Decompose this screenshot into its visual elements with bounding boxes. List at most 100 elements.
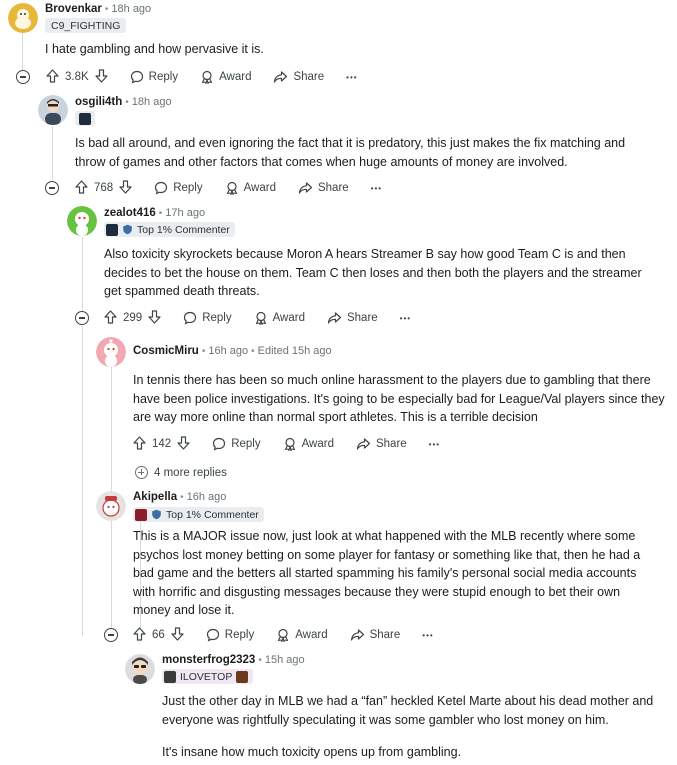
collapse-icon[interactable] <box>104 628 118 642</box>
upvote-icon[interactable] <box>46 68 59 86</box>
comment-body: Just the other day in MLB we had a “fan”… <box>162 692 662 762</box>
downvote-icon[interactable] <box>119 179 132 197</box>
user-flair <box>75 111 95 126</box>
thread-line-1[interactable] <box>22 30 23 70</box>
thread-line-2[interactable] <box>52 126 53 180</box>
avatar[interactable] <box>8 3 38 33</box>
comment-header: monsterfrog2323 • 15h ago <box>162 654 305 666</box>
comment-paragraph: This is a MAJOR issue now, just look at … <box>133 529 641 617</box>
more-replies-label: 4 more replies <box>154 466 227 479</box>
upvote-icon[interactable] <box>133 435 146 453</box>
username[interactable]: zealot416 <box>104 207 156 219</box>
downvote-icon[interactable] <box>177 435 190 453</box>
timestamp[interactable]: 16h ago <box>208 345 248 357</box>
award-button[interactable]: Award <box>276 628 328 642</box>
award-label: Award <box>219 71 252 83</box>
timestamp[interactable]: 17h ago <box>165 207 205 219</box>
award-icon <box>276 628 290 642</box>
action-bar: 299 Reply Award Share ••• <box>104 308 433 328</box>
share-label: Share <box>375 438 407 450</box>
separator-dot: • <box>258 654 262 666</box>
comment-paragraph: I hate gambling and how pervasive it is. <box>45 42 264 56</box>
share-button[interactable]: Share <box>350 628 400 642</box>
overflow-icon: ••• <box>346 72 358 82</box>
overflow-icon: ••• <box>370 183 383 193</box>
vote-score: 66 <box>152 629 165 641</box>
share-button[interactable]: Share <box>327 311 378 325</box>
reply-button[interactable]: Reply <box>130 70 178 84</box>
avatar[interactable] <box>96 491 126 521</box>
thread-line-6[interactable] <box>82 326 83 636</box>
username[interactable]: Brovenkar <box>45 3 102 15</box>
award-icon <box>254 311 268 325</box>
separator-dot: • <box>201 345 206 357</box>
reply-label: Reply <box>224 629 255 641</box>
upvote-icon[interactable] <box>75 179 88 197</box>
username[interactable]: monsterfrog2323 <box>162 654 255 666</box>
overflow-menu-button[interactable]: ••• <box>422 631 433 640</box>
comment-paragraph: It's insane how much toxicity opens up f… <box>162 745 462 759</box>
award-button[interactable]: Award <box>254 311 305 325</box>
award-label: Award <box>243 182 276 194</box>
overflow-menu-button[interactable]: ••• <box>346 73 357 82</box>
user-flair: Top 1% Commenter <box>133 507 264 522</box>
vote-score: 299 <box>123 312 143 324</box>
share-button[interactable]: Share <box>298 181 349 195</box>
comment-paragraph: Is bad all around, and even ignoring the… <box>75 136 626 169</box>
username[interactable]: osgili4th <box>75 96 122 108</box>
share-icon <box>327 311 342 325</box>
award-button[interactable]: Award <box>225 181 276 195</box>
flair-emblem-icon <box>236 670 249 683</box>
award-button[interactable]: Award <box>283 437 334 451</box>
downvote-icon[interactable] <box>171 626 184 644</box>
reply-button[interactable]: Reply <box>154 181 203 195</box>
vote-control: 299 <box>104 309 161 327</box>
award-icon <box>225 181 239 195</box>
avatar[interactable] <box>38 95 68 125</box>
collapse-icon[interactable] <box>16 70 30 84</box>
reply-label: Reply <box>202 312 232 324</box>
reply-button[interactable]: Reply <box>212 437 261 451</box>
comment-body: In tennis there has been so much online … <box>133 371 668 427</box>
avatar[interactable] <box>96 337 126 367</box>
downvote-icon[interactable] <box>148 309 161 327</box>
username[interactable]: CosmicMiru <box>133 345 199 357</box>
award-button[interactable]: Award <box>200 70 251 84</box>
overflow-menu-button[interactable]: ••• <box>371 184 382 193</box>
upvote-icon[interactable] <box>133 626 146 644</box>
avatar[interactable] <box>125 654 155 684</box>
vote-control: 66 <box>133 626 184 644</box>
overflow-menu-button[interactable]: ••• <box>429 440 440 449</box>
collapse-icon[interactable] <box>75 311 89 325</box>
vote-control: 768 <box>75 179 132 197</box>
vote-score: 768 <box>94 182 114 194</box>
overflow-menu-button[interactable]: ••• <box>400 314 411 323</box>
comment-header: Akipella • 16h ago <box>133 491 226 503</box>
vote-control: 142 <box>133 435 190 453</box>
reply-button[interactable]: Reply <box>183 311 232 325</box>
timestamp[interactable]: 15h ago <box>265 654 305 666</box>
separator-dot: • <box>104 3 109 15</box>
more-replies-link[interactable]: 4 more replies <box>135 466 227 479</box>
flair-text: Top 1% Commenter <box>166 508 259 521</box>
vote-score: 3.8K <box>65 71 89 83</box>
flair-text: C9_FIGHTING <box>51 19 121 32</box>
share-button[interactable]: Share <box>356 437 407 451</box>
upvote-icon[interactable] <box>104 309 117 327</box>
shield-icon <box>122 224 133 235</box>
separator-dot: • <box>158 207 163 219</box>
shield-icon <box>151 509 162 520</box>
comment-header: osgili4th • 18h ago <box>75 96 172 108</box>
award-label: Award <box>295 629 328 641</box>
share-button[interactable]: Share <box>273 70 324 84</box>
timestamp[interactable]: 18h ago <box>132 96 172 108</box>
reply-button[interactable]: Reply <box>206 628 254 642</box>
share-icon <box>356 437 371 451</box>
username[interactable]: Akipella <box>133 491 177 503</box>
collapse-icon[interactable] <box>45 181 59 195</box>
timestamp[interactable]: 18h ago <box>111 3 151 15</box>
avatar[interactable] <box>67 206 97 236</box>
thread-line-3[interactable] <box>82 237 83 311</box>
timestamp[interactable]: 16h ago <box>187 491 227 503</box>
downvote-icon[interactable] <box>95 68 108 86</box>
